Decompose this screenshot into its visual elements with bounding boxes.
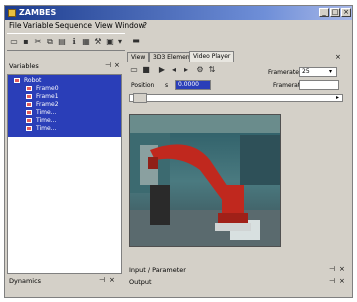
new-icon[interactable]: ▭: [9, 37, 19, 47]
tree-item-frame0[interactable]: Frame0: [8, 85, 121, 92]
tree-item-label: Frame1: [36, 93, 59, 100]
framerate-input[interactable]: [299, 80, 339, 90]
open-file-icon[interactable]: ▭: [129, 65, 139, 75]
frame-icon: [26, 102, 32, 107]
position-input[interactable]: 0.0000: [175, 80, 211, 90]
step-back-icon[interactable]: ◂: [169, 65, 179, 75]
frame-icon: [26, 94, 32, 99]
menu-window[interactable]: Window: [115, 21, 145, 30]
step-forward-icon[interactable]: ▸: [181, 65, 191, 75]
tree-item-label: Robot: [24, 77, 42, 84]
title-bar[interactable]: ZAMBES _ □ ×: [5, 6, 352, 20]
pin-icon[interactable]: ⊣: [99, 276, 105, 284]
save-icon[interactable]: ▪: [21, 37, 31, 47]
monitor-icon[interactable]: ▬: [131, 36, 141, 46]
menu-variable[interactable]: Variable: [23, 21, 53, 30]
pin-icon[interactable]: ⊣: [329, 265, 335, 273]
menu-file[interactable]: File: [9, 21, 22, 30]
folder-icon: [14, 78, 20, 83]
main-toolbar: ▭ ▪ ✂ ⧉ ▤ ℹ ▦ ⚒ ▣ ▾: [7, 33, 125, 51]
panel-close-icon[interactable]: ×: [335, 53, 341, 61]
chevron-down-icon[interactable]: ▾: [329, 68, 332, 75]
slider-thumb[interactable]: [133, 93, 147, 103]
menu-help[interactable]: ?: [143, 21, 147, 30]
cut-icon[interactable]: ✂: [33, 37, 43, 47]
input-parameter-label: Input / Parameter: [129, 266, 186, 274]
tool-icon[interactable]: ⚒: [93, 37, 103, 47]
left-panel-footer: Dynamics: [9, 277, 42, 285]
dropdown-icon[interactable]: ▾: [115, 37, 125, 47]
tab-view[interactable]: View: [127, 52, 150, 62]
settings-icon[interactable]: ⚙: [195, 65, 205, 75]
tree-item-label: Time...: [36, 125, 57, 132]
menu-sequence[interactable]: Sequence: [55, 21, 92, 30]
menu-view[interactable]: View: [95, 21, 113, 30]
layers-icon[interactable]: ▣: [105, 37, 115, 47]
panel-close-icon[interactable]: ×: [339, 277, 345, 285]
pin-icon[interactable]: ⊣: [329, 277, 335, 285]
tree-item-time-2[interactable]: Time...: [8, 117, 121, 124]
play-icon[interactable]: ▶: [157, 65, 167, 75]
tree-item-label: Time...: [36, 117, 57, 124]
tree-item-time-1[interactable]: Time...: [8, 109, 121, 116]
grid-icon[interactable]: ▦: [81, 37, 91, 47]
window-title: ZAMBES: [19, 8, 57, 17]
copy-icon[interactable]: ⧉: [45, 37, 55, 47]
paste-icon[interactable]: ▤: [57, 37, 67, 47]
frame-icon: [26, 118, 32, 123]
tree-item-robot[interactable]: Robot: [8, 77, 121, 84]
maximize-button[interactable]: □: [330, 8, 340, 17]
panel-close-icon[interactable]: ×: [339, 265, 345, 273]
timeline-slider[interactable]: [129, 94, 343, 102]
minimize-button[interactable]: _: [319, 8, 329, 17]
tab-video-player[interactable]: Video Player: [189, 51, 235, 62]
position-label: Position: [131, 82, 155, 89]
pin-icon[interactable]: ⊣: [105, 61, 111, 69]
app-icon: [8, 9, 16, 17]
panel-close-icon[interactable]: ×: [109, 276, 115, 284]
right-panel: View 3D3 Element Video Player × ▭ ■ ▶ ◂ …: [125, 51, 353, 292]
variables-tree: Robot Frame0 Frame1 Frame2 Time... Time.…: [7, 74, 122, 274]
framerate-label: Framerate: [268, 69, 299, 76]
frame-icon: [26, 126, 32, 131]
tree-item-label: Frame0: [36, 85, 59, 92]
output-label: Output: [129, 278, 152, 286]
tree-item-frame2[interactable]: Frame2: [8, 101, 121, 108]
video-frame: [129, 114, 281, 247]
close-button[interactable]: ×: [341, 8, 351, 17]
info-icon[interactable]: ℹ: [69, 37, 79, 47]
position-unit: s: [165, 82, 169, 89]
frame-icon: [26, 110, 32, 115]
tree-item-time-3[interactable]: Time...: [8, 125, 121, 132]
robot-video-image: [130, 115, 280, 246]
tree-item-label: Time...: [36, 109, 57, 116]
scroll-right-icon[interactable]: ▸: [336, 94, 339, 101]
tree-item-frame1[interactable]: Frame1: [8, 93, 121, 100]
frame-icon: [26, 86, 32, 91]
left-panel-title: Variables: [9, 62, 39, 70]
panel-close-icon[interactable]: ×: [114, 61, 120, 69]
tree-item-label: Frame2: [36, 101, 59, 108]
export-icon[interactable]: ⇅: [207, 65, 217, 75]
menu-bar: File Variable Sequence View Window ?: [5, 20, 352, 32]
stop-icon[interactable]: ■: [141, 65, 151, 75]
application-window: ZAMBES _ □ × File Variable Sequence View…: [4, 5, 353, 298]
